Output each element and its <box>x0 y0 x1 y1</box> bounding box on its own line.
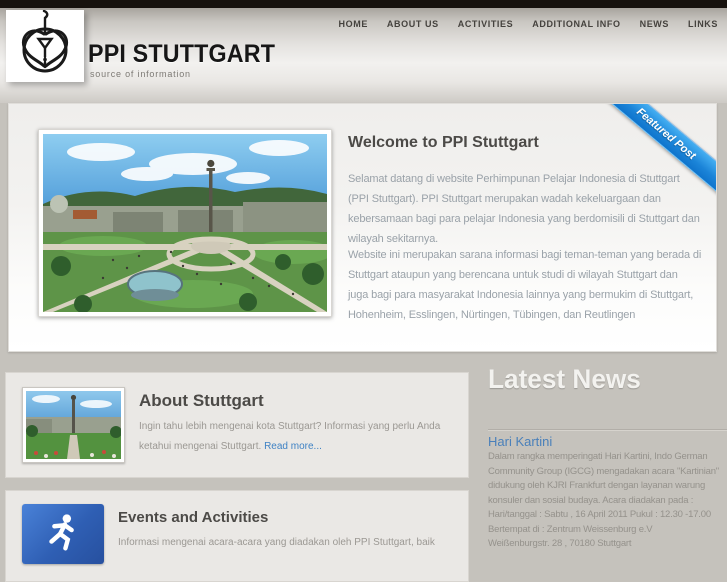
nav-item-additional-info[interactable]: ADDITIONAL INFO <box>532 19 620 29</box>
welcome-paragraph-1: Selamat datang di website Perhimpunan Pe… <box>348 173 700 245</box>
news-post-title-link[interactable]: Hari Kartini <box>488 434 552 449</box>
events-activities-card: Events and Activities Informasi mengenai… <box>5 490 469 582</box>
top-bar <box>0 0 727 8</box>
about-read-more-link[interactable]: Read more... <box>264 441 322 452</box>
featured-post-panel: Featured Post Welcome to PPI Stuttgart S… <box>8 103 717 352</box>
schlossplatz-photo <box>38 129 333 317</box>
ppi-emblem-icon <box>13 9 77 83</box>
site-tagline: source of information <box>90 69 191 79</box>
news-post-body: Dalam rangka memperingati Hari Kartini, … <box>488 451 719 549</box>
site-logo[interactable] <box>6 9 84 83</box>
main-navigation: HOME ABOUT US ACTIVITIES ADDITIONAL INFO… <box>339 19 718 29</box>
nav-item-about-us[interactable]: ABOUT US <box>387 19 439 29</box>
nav-item-home[interactable]: HOME <box>339 19 368 29</box>
site-header: HOME ABOUT US ACTIVITIES ADDITIONAL INFO… <box>0 8 727 103</box>
welcome-paragraph-2: Website ini merupakan sarana informasi b… <box>348 249 702 321</box>
nav-item-news[interactable]: NEWS <box>640 19 669 29</box>
nav-item-activities[interactable]: ACTIVITIES <box>458 19 514 29</box>
events-heading: Events and Activities <box>118 509 269 526</box>
events-text: Informasi mengenai acara-acara yang diad… <box>118 537 435 548</box>
welcome-heading: Welcome to PPI Stuttgart <box>348 134 539 151</box>
about-stuttgart-card: About Stuttgart Ingin tahu lebih mengena… <box>5 372 469 478</box>
about-text: Ingin tahu lebih mengenai kota Stuttgart… <box>139 417 457 456</box>
about-heading: About Stuttgart <box>139 391 264 410</box>
events-icon-tile[interactable] <box>22 504 104 564</box>
about-stuttgart-thumbnail[interactable] <box>22 387 125 463</box>
runner-icon <box>40 511 86 558</box>
sidebar-divider <box>488 429 727 431</box>
nav-item-links[interactable]: LINKS <box>688 19 718 29</box>
site-title: PPI STUTTGART <box>88 40 276 68</box>
latest-news-heading: Latest News <box>488 364 641 394</box>
